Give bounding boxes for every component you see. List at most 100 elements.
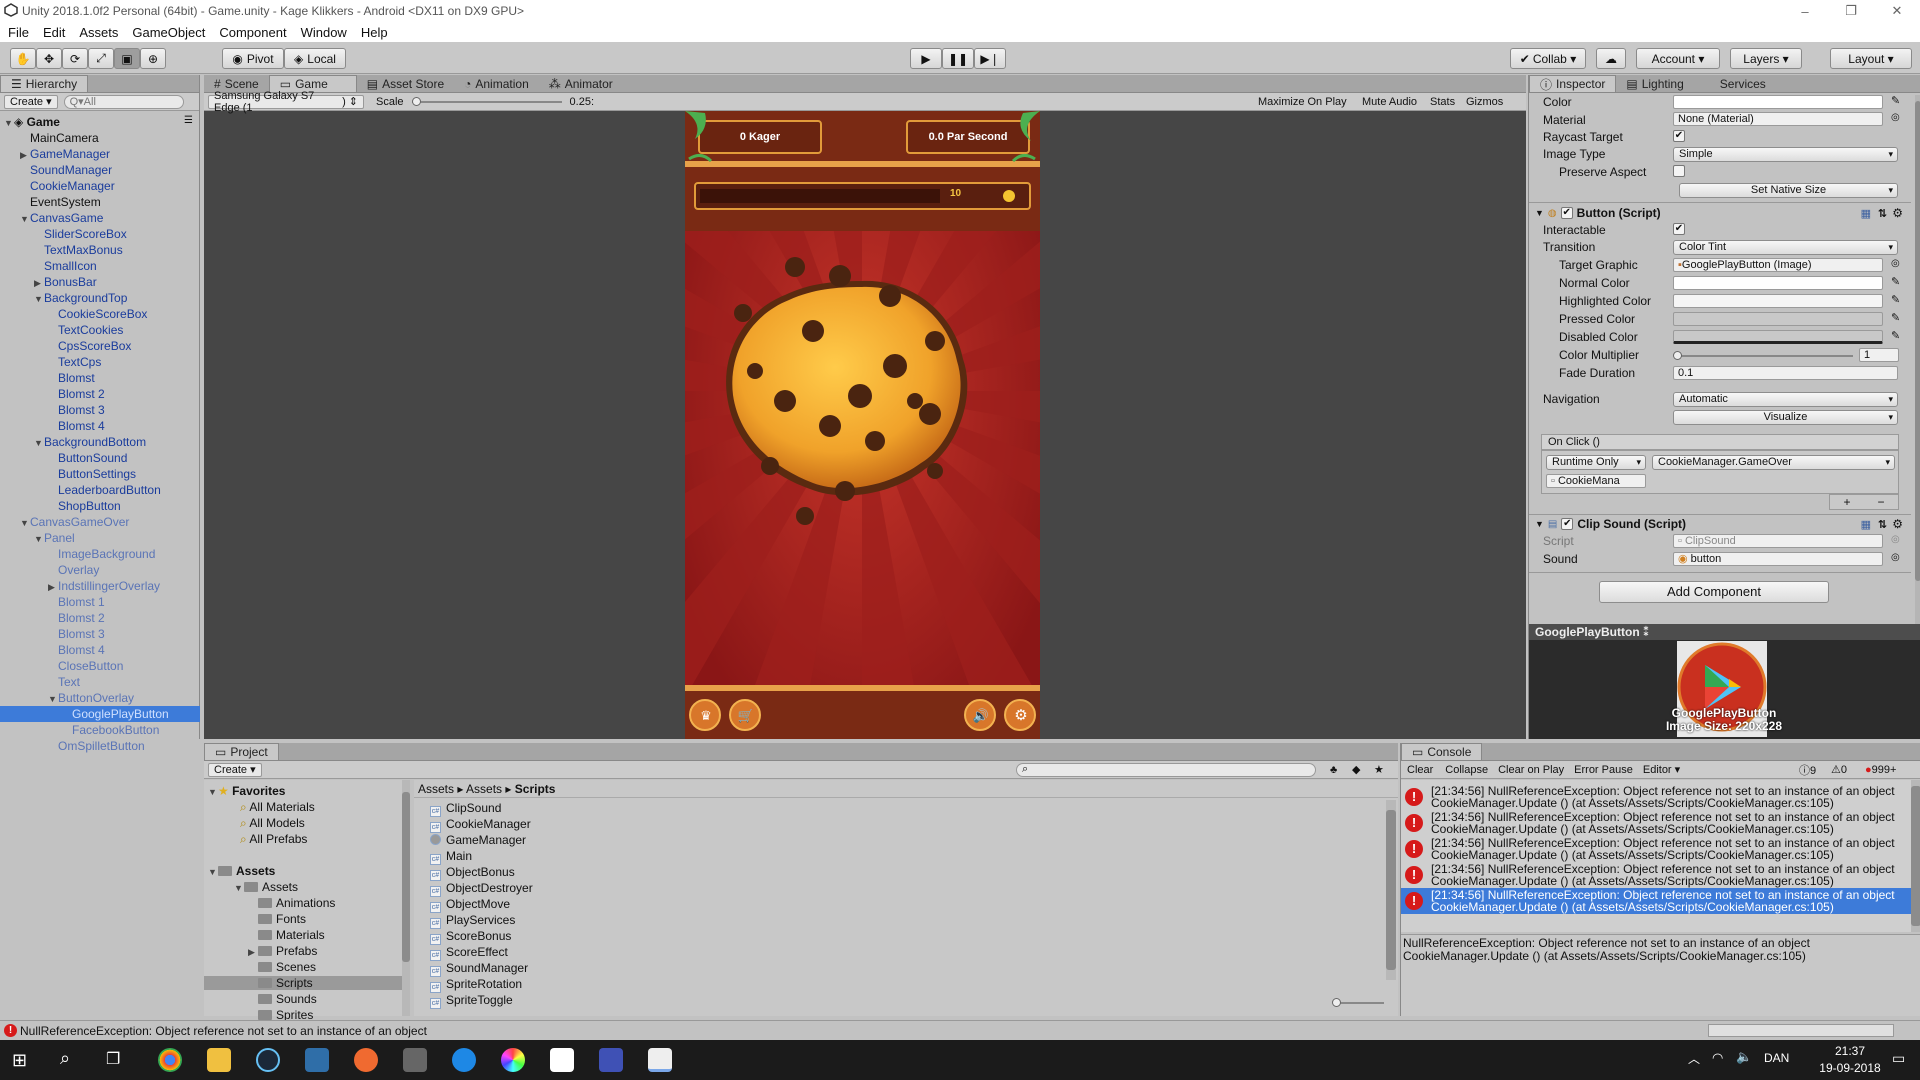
hierarchy-item[interactable]: EventSystem [20, 194, 101, 210]
maximize-on-play-toggle[interactable]: Maximize On Play [1258, 96, 1347, 108]
component-gear-icon[interactable]: ⚙ [1892, 206, 1903, 220]
script-file[interactable]: c# SpriteToggle [430, 993, 513, 1009]
hierarchy-create-button[interactable]: Create ▾ [4, 94, 58, 109]
notification-icon[interactable]: ▭ [1892, 1050, 1905, 1067]
script-file[interactable]: c# SpriteRotation [430, 977, 522, 993]
script-file[interactable]: c# ObjectBonus [430, 865, 515, 881]
hand-tool-button[interactable]: ✋ [10, 48, 36, 69]
shop-cart-icon[interactable]: 🛒 [732, 702, 760, 730]
favorite-item[interactable]: ⌕ All Prefabs [240, 832, 307, 847]
transform-tool-button[interactable]: ⊕ [140, 48, 166, 69]
steam-icon[interactable] [256, 1048, 280, 1072]
asset-folder[interactable]: ▶ Prefabs [248, 944, 317, 958]
eyedropper-icon[interactable]: ✎ [1891, 329, 1900, 342]
clock-time[interactable]: 21:37 [1820, 1044, 1880, 1058]
tray-expand-icon[interactable]: ︿ [1688, 1050, 1700, 1067]
foldout-arrow-icon[interactable]: ▼ [34, 291, 44, 307]
sound-icon[interactable]: 🔊 [967, 702, 995, 730]
hierarchy-item[interactable]: FacebookButton [62, 722, 159, 738]
windows-start-icon[interactable]: ⊞ [12, 1050, 27, 1071]
hierarchy-item[interactable]: GooglePlayButton [0, 706, 200, 722]
color-multiplier-slider[interactable] [1673, 351, 1853, 360]
info-count-toggle[interactable]: ⓘ9 [1799, 762, 1816, 778]
console-scrollbar[interactable] [1911, 780, 1920, 932]
script-file[interactable]: c# SoundManager [430, 961, 528, 977]
gizmos-dropdown[interactable]: Gizmos [1466, 96, 1503, 108]
clip-sound-enabled-checkbox[interactable]: ✔ [1561, 518, 1574, 530]
disabled-color-swatch[interactable] [1673, 330, 1883, 344]
foldout-arrow-icon[interactable]: ▶ [248, 947, 258, 958]
transition-dropdown[interactable]: Color Tint [1673, 240, 1898, 255]
preserve-aspect-checkbox[interactable] [1673, 165, 1685, 177]
hierarchy-item[interactable]: Blomst 2 [48, 386, 105, 402]
hierarchy-item[interactable]: Blomst 4 [48, 642, 105, 658]
add-listener-button[interactable]: + [1843, 495, 1850, 509]
asset-folder[interactable]: Scenes [248, 960, 316, 974]
console-log-entry[interactable]: ! [21:34:56] NullReferenceException: Obje… [1401, 888, 1911, 914]
hierarchy-item[interactable]: OmSpilletButton [48, 738, 145, 754]
pause-button[interactable]: ❚❚ [942, 48, 974, 69]
menu-help[interactable]: Help [361, 25, 388, 40]
device-dropdown[interactable]: Samsung Galaxy S7 Edge (1) ⇕ [208, 90, 364, 114]
hierarchy-item[interactable]: Overlay [48, 562, 99, 578]
help-book-icon[interactable]: ▦ [1861, 518, 1871, 531]
icon-size-thumb[interactable] [1332, 998, 1341, 1007]
preset-icon[interactable]: ⇅ [1878, 207, 1887, 220]
eyedropper-icon[interactable]: ✎ [1891, 275, 1900, 288]
hierarchy-item[interactable]: CpsScoreBox [48, 338, 131, 354]
fade-duration-input[interactable]: 0.1 [1673, 366, 1898, 380]
minimize-button[interactable]: – [1782, 0, 1828, 22]
app-icon[interactable] [403, 1048, 427, 1072]
foldout-arrow-icon[interactable]: ▼ [20, 211, 30, 227]
inspector-scroll-thumb[interactable] [1915, 101, 1920, 581]
target-picker-icon[interactable]: ◎ [1891, 258, 1900, 269]
task-view-icon[interactable]: ❐ [106, 1049, 120, 1069]
language-indicator[interactable]: DAN [1764, 1051, 1789, 1065]
help-book-icon[interactable]: ▦ [1861, 207, 1871, 220]
hierarchy-item[interactable]: ImageBackground [48, 546, 155, 562]
hierarchy-item[interactable]: TextMaxBonus [34, 242, 123, 258]
hierarchy-item[interactable]: TextCps [48, 354, 101, 370]
leaderboard-icon[interactable]: ♛ [692, 702, 720, 730]
script-file[interactable]: c# ObjectMove [430, 897, 510, 913]
console-log-entry[interactable]: ! [21:34:56] NullReferenceException: Obje… [1401, 836, 1911, 862]
menu-gameobject[interactable]: GameObject [132, 25, 205, 40]
tree-scroll-thumb[interactable] [402, 792, 410, 962]
tab-inspector[interactable]: ⓘ Inspector [1529, 75, 1617, 92]
tab-project[interactable]: ▭ Project [204, 743, 279, 760]
hierarchy-item[interactable]: Blomst 4 [48, 418, 105, 434]
remove-listener-button[interactable]: − [1877, 495, 1884, 509]
status-message[interactable]: NullReferenceException: Object reference… [20, 1021, 427, 1041]
collapse-toggle[interactable]: Collapse [1445, 764, 1488, 776]
asset-folder[interactable]: Fonts [248, 912, 306, 926]
play-button[interactable]: ▶ [910, 48, 942, 69]
color-field[interactable] [1673, 95, 1883, 109]
favorite-item[interactable]: ⌕ All Materials [240, 800, 315, 815]
foldout-arrow-icon[interactable]: ▼ [34, 435, 44, 451]
rotate-tool-button[interactable]: ⟳ [62, 48, 88, 69]
target-graphic-field[interactable]: ▪GooglePlayButton (Image) [1673, 258, 1883, 272]
wifi-icon[interactable]: ◠ [1712, 1050, 1723, 1066]
scale-slider-thumb[interactable] [411, 96, 421, 106]
unity-hub-icon[interactable] [550, 1048, 574, 1072]
script-file[interactable]: c# ScoreEffect [430, 945, 508, 961]
inspector-scrollbar[interactable] [1915, 95, 1920, 635]
foldout-arrow-icon[interactable]: ▶ [20, 147, 30, 163]
foldout-arrow-icon[interactable]: ▶ [48, 579, 58, 595]
tab-console[interactable]: ▭ Console [1401, 743, 1483, 760]
normal-color-swatch[interactable] [1673, 276, 1883, 290]
tab-animator[interactable]: ⁂ Animator [539, 75, 623, 92]
set-native-size-button[interactable]: Set Native Size [1679, 183, 1898, 198]
material-field[interactable]: None (Material) [1673, 112, 1883, 126]
collab-button[interactable]: ✔ Collab ▾ [1510, 48, 1586, 69]
rect-tool-button[interactable]: ▣ [114, 48, 140, 69]
chrome-icon[interactable] [158, 1048, 182, 1072]
image-type-dropdown[interactable]: Simple [1673, 147, 1898, 162]
tab-hierarchy[interactable]: ☰ Hierarchy [0, 75, 89, 92]
component-gear-icon[interactable]: ⚙ [1892, 517, 1903, 531]
project-search-input[interactable]: ⌕ [1016, 762, 1316, 777]
hierarchy-item[interactable]: CookieManager [20, 178, 115, 194]
origin-icon[interactable] [354, 1048, 378, 1072]
malwarebytes-icon[interactable] [599, 1048, 623, 1072]
hierarchy-item[interactable]: CookieScoreBox [48, 306, 147, 322]
